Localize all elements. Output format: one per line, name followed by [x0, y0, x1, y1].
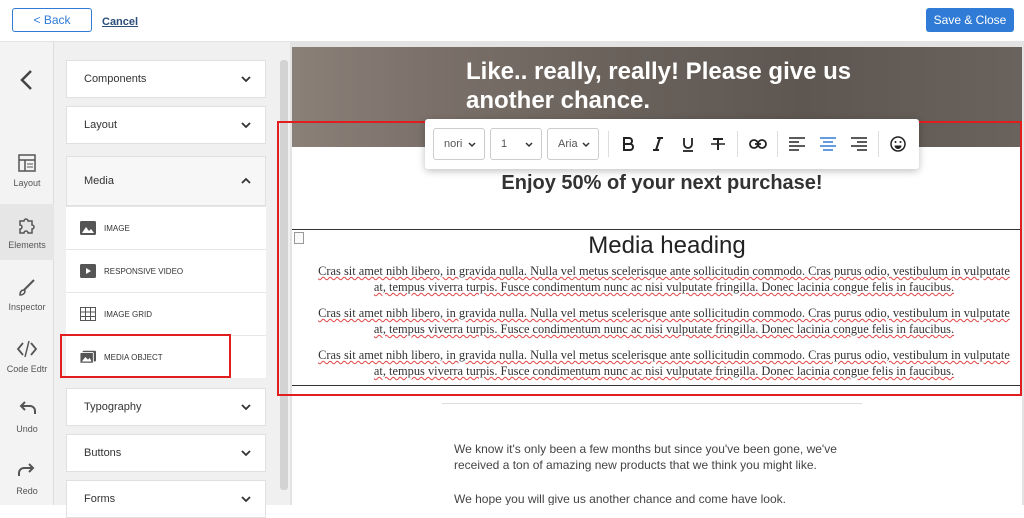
align-right-button[interactable] — [849, 134, 869, 154]
rail-label: Code Edtr — [6, 364, 48, 374]
section-label: Forms — [84, 493, 116, 505]
media-object-highlight — [60, 334, 231, 378]
rail-item-undo[interactable]: Undo — [0, 388, 54, 444]
undo-icon — [16, 398, 38, 420]
toolbar-separator — [777, 131, 778, 157]
media-item-responsive-video[interactable]: RESPONSIVE VIDEO — [66, 249, 266, 292]
body-paragraph[interactable]: We know it's only been a few months but … — [454, 441, 874, 473]
chevron-down-icon — [241, 122, 251, 129]
font-family-select[interactable]: Aria — [547, 128, 599, 160]
chevron-down-icon — [582, 142, 590, 148]
top-bar: < Back Cancel Save & Close — [0, 0, 1024, 42]
chevron-down-icon — [241, 450, 251, 457]
brush-icon — [16, 276, 38, 298]
chevron-up-icon — [241, 177, 251, 184]
rail-label: Inspector — [8, 302, 46, 312]
puzzle-icon — [16, 214, 38, 236]
save-close-button[interactable]: Save & Close — [926, 8, 1014, 32]
font-style-value: nori — [444, 138, 463, 150]
underline-icon — [683, 137, 693, 152]
bold-icon — [623, 137, 634, 151]
align-left-button[interactable] — [787, 134, 807, 154]
grid-icon — [80, 307, 96, 321]
font-size-value: 1 — [501, 138, 508, 150]
section-media[interactable]: Media — [66, 156, 266, 206]
bold-button[interactable] — [618, 134, 638, 154]
rail-label: Undo — [16, 424, 38, 434]
align-left-icon — [789, 137, 805, 151]
chevron-down-icon — [241, 404, 251, 411]
cancel-link[interactable]: Cancel — [102, 16, 138, 28]
section-buttons[interactable]: Buttons — [66, 434, 266, 472]
toolbar-separator — [608, 131, 609, 157]
chevron-down-icon — [241, 76, 251, 83]
redo-icon — [16, 460, 38, 482]
section-label: Layout — [84, 119, 118, 131]
layout-icon — [16, 152, 38, 174]
rail-item-inspector[interactable]: Inspector — [0, 266, 54, 322]
rail-item-redo[interactable]: Redo — [0, 450, 54, 506]
body-paragraph[interactable]: We hope you will give us another chance … — [454, 491, 874, 505]
section-components[interactable]: Components — [66, 60, 266, 98]
collapse-chevron-icon[interactable] — [18, 68, 36, 92]
section-layout[interactable]: Layout — [66, 106, 266, 144]
italic-button[interactable] — [648, 134, 668, 154]
section-typography[interactable]: Typography — [66, 388, 266, 426]
divider — [442, 403, 862, 404]
align-right-icon — [851, 137, 867, 151]
media-item-label: IMAGE — [104, 223, 130, 233]
section-label: Buttons — [84, 447, 122, 459]
strikethrough-button[interactable] — [708, 134, 728, 154]
rail-item-code-editor[interactable]: Code Edtr — [0, 328, 54, 384]
section-label: Components — [84, 73, 147, 85]
toolbar-separator — [737, 131, 738, 157]
font-size-select[interactable]: 1 — [490, 128, 542, 160]
chevron-down-icon — [241, 496, 251, 503]
chevron-down-icon — [468, 142, 476, 148]
media-item-image[interactable]: IMAGE — [66, 206, 266, 249]
italic-icon — [653, 137, 663, 151]
link-icon — [749, 139, 767, 149]
rail-label: Redo — [16, 486, 38, 496]
font-family-value: Aria — [558, 138, 578, 150]
link-button[interactable] — [748, 134, 768, 154]
emoji-icon — [890, 136, 906, 152]
elements-panel: Components Layout Media IMAGE RESPONSIVE… — [54, 42, 290, 518]
strikethrough-icon — [711, 138, 725, 150]
rail-item-layout[interactable]: Layout — [0, 142, 54, 198]
align-center-icon — [820, 137, 836, 151]
section-label: Typography — [84, 401, 142, 413]
toolbar-separator — [878, 131, 879, 157]
rail-label: Layout — [13, 178, 41, 188]
rail-item-elements[interactable]: Elements — [0, 204, 54, 260]
font-style-select[interactable]: nori — [433, 128, 485, 160]
align-center-button[interactable] — [818, 134, 838, 154]
back-button[interactable]: < Back — [12, 8, 92, 32]
image-icon — [80, 221, 96, 235]
media-item-label: IMAGE GRID — [104, 309, 153, 319]
text-format-toolbar: nori 1 Aria — [425, 119, 919, 169]
media-item-label: RESPONSIVE VIDEO — [104, 266, 184, 276]
chevron-down-icon — [525, 142, 533, 148]
media-item-image-grid[interactable]: IMAGE GRID — [66, 292, 266, 335]
code-icon — [16, 338, 38, 360]
section-label: Media — [84, 175, 114, 187]
hero-title[interactable]: Like.. really, really! Please give us an… — [466, 57, 886, 115]
tool-rail: Layout Elements Inspector Code Edtr Undo… — [0, 42, 54, 505]
underline-button[interactable] — [678, 134, 698, 154]
section-forms[interactable]: Forms — [66, 480, 266, 518]
emoji-button[interactable] — [888, 134, 908, 154]
rail-label: Elements — [8, 240, 46, 250]
video-icon — [80, 264, 96, 278]
